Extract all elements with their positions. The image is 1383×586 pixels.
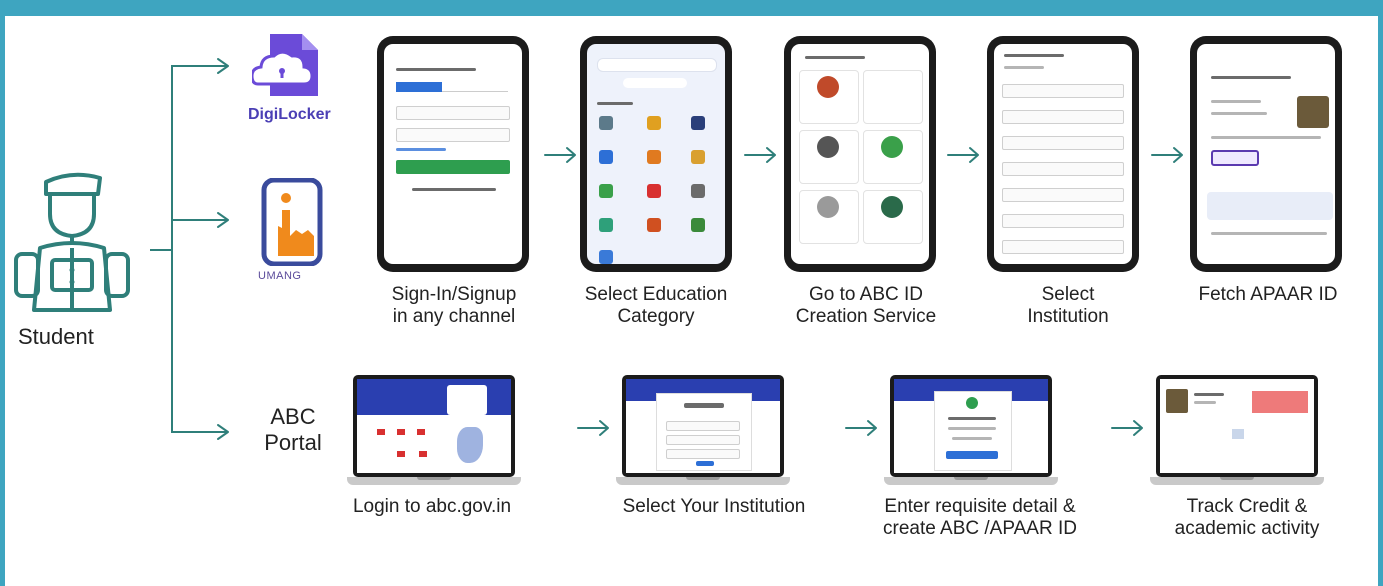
app-step-4-line1: Select	[1041, 284, 1095, 305]
branch-portal-line	[171, 250, 228, 433]
app-step-1-line2: in any channel	[392, 306, 516, 327]
abc-portal-label: ABC Portal	[248, 404, 338, 456]
arrow-right-icon	[744, 147, 776, 163]
branch-digilocker-line	[150, 65, 228, 251]
app-step-1-line1: Sign-In/Signup	[391, 284, 517, 305]
arrow-right-icon	[544, 147, 576, 163]
portal-step-4-label: Track Credit & academic activity	[1140, 496, 1354, 540]
app-step-2-line1: Select Education	[584, 284, 728, 305]
portal-step-4-line1: Track Credit &	[1186, 496, 1308, 517]
app-step-4-line2: Institution	[1027, 306, 1109, 327]
laptop-login-screen	[357, 379, 511, 473]
phone-apaar	[1190, 36, 1342, 272]
umang-hand-icon	[261, 178, 323, 266]
student-label: Student	[18, 324, 94, 349]
arrow-right-icon	[1151, 147, 1183, 163]
laptop-institution-screen	[626, 379, 780, 473]
app-step-1-label: Sign-In/Signup in any channel	[356, 284, 552, 328]
umang-label: UMANG	[258, 270, 302, 282]
app-step-2-line2: Category	[617, 306, 695, 327]
portal-step-1-line1: Login to abc.gov.in	[352, 496, 512, 517]
arrow-right-icon	[845, 420, 877, 436]
abc-portal-label-line1: ABC	[270, 404, 316, 429]
laptop-login	[347, 375, 521, 487]
app-step-4-label: Select Institution	[970, 284, 1166, 328]
portal-step-3-label: Enter requisite detail & create ABC /APA…	[860, 496, 1100, 540]
laptop-track-credit	[1150, 375, 1324, 487]
arrow-right-icon	[577, 420, 609, 436]
portal-step-3-line1: Enter requisite detail &	[884, 496, 1076, 517]
phone-category	[580, 36, 732, 272]
phone-abc-service-screen	[791, 44, 929, 264]
phone-institution	[987, 36, 1139, 272]
arrow-right-icon	[947, 147, 979, 163]
app-step-5-line1: Fetch APAAR ID	[1198, 284, 1338, 305]
phone-signin	[377, 36, 529, 272]
portal-step-2-line1: Select Your Institution	[622, 496, 806, 517]
laptop-create-id	[884, 375, 1058, 487]
abc-portal-label-line2: Portal	[264, 430, 322, 455]
digilocker-cloud-icon	[252, 34, 318, 96]
laptop-institution	[616, 375, 790, 487]
arrow-right-icon	[1111, 420, 1143, 436]
digilocker-label: DigiLocker	[248, 106, 331, 123]
phone-institution-screen	[994, 44, 1132, 264]
app-step-2-label: Select Education Category	[556, 284, 756, 328]
app-step-3-label: Go to ABC ID Creation Service	[766, 284, 966, 328]
student-icon	[14, 172, 130, 312]
portal-step-2-label: Select Your Institution	[592, 496, 836, 518]
portal-step-1-label: Login to abc.gov.in	[326, 496, 538, 518]
phone-apaar-screen	[1197, 44, 1335, 264]
app-step-3-line2: Creation Service	[795, 306, 937, 327]
phone-category-screen	[587, 44, 725, 264]
portal-step-3-line2: create ABC /APAAR ID	[883, 518, 1077, 539]
phone-signin-screen	[384, 44, 522, 264]
phone-abc-service	[784, 36, 936, 272]
laptop-create-id-screen	[894, 379, 1048, 473]
portal-step-4-line2: academic activity	[1174, 518, 1320, 539]
app-step-3-line1: Go to ABC ID	[808, 284, 924, 305]
app-step-5-label: Fetch APAAR ID	[1170, 284, 1366, 306]
laptop-track-credit-screen	[1160, 379, 1314, 473]
